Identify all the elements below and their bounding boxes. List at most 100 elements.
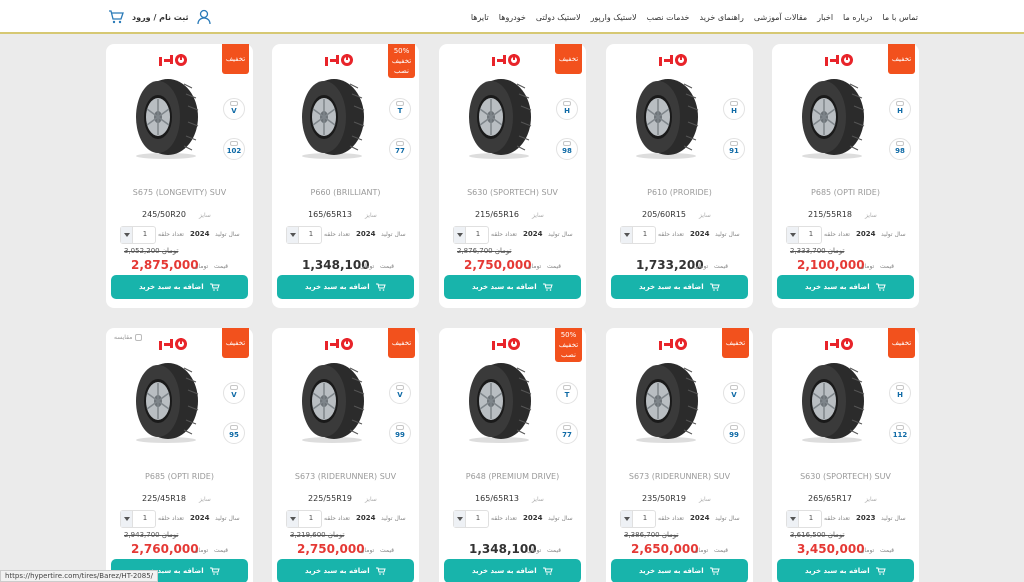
nav-item-news[interactable]: اخبار	[817, 13, 833, 22]
product-card[interactable]: مقایسه تخفیف V 95 P685 (OPTI RIDE) 225/4…	[106, 328, 253, 582]
add-to-cart-label: اضافه به سبد خرید	[638, 283, 704, 291]
nav-item-contact[interactable]: تماس با ما	[882, 13, 918, 22]
chevron-down-icon[interactable]	[287, 511, 299, 527]
add-to-cart-button[interactable]: اضافه به سبد خرید	[777, 559, 914, 582]
cart-plus-icon	[710, 283, 720, 291]
price-row: 1,733,200 تومان قیمت	[606, 258, 753, 274]
cart-icon[interactable]	[108, 9, 124, 25]
product-card[interactable]: تخفیف V 99 S673 (RIDERUNNER) SUV 225/55R…	[272, 328, 419, 582]
quantity-select[interactable]: 1	[120, 226, 156, 244]
quantity-value: 1	[642, 514, 648, 522]
user-icon[interactable]	[196, 9, 211, 25]
chevron-down-icon[interactable]	[121, 511, 133, 527]
product-title[interactable]: P660 (BRILLIANT)	[272, 188, 419, 197]
add-to-cart-button[interactable]: اضافه به سبد خرید	[777, 275, 914, 299]
add-to-cart-label: اضافه به سبد خرید	[138, 283, 204, 291]
price-label: قیمت	[880, 547, 895, 554]
nav-item-cars[interactable]: خودروها	[499, 13, 526, 22]
chevron-down-icon[interactable]	[621, 227, 633, 243]
size-label: سایز	[699, 496, 711, 503]
tire-image	[136, 363, 199, 443]
chevron-down-icon[interactable]	[121, 227, 133, 243]
product-title[interactable]: S673 (RIDERUNNER) SUV	[272, 472, 419, 481]
nav-item-install-service[interactable]: خدمات نصب	[647, 13, 690, 22]
add-to-cart-button[interactable]: اضافه به سبد خرید	[611, 275, 748, 299]
discount-install-badge: 50% تخفیف نصب	[555, 328, 582, 362]
nav-item-state-tire[interactable]: لاستیک دولتی	[536, 13, 581, 22]
year-value: 2024	[356, 514, 376, 522]
product-title[interactable]: P648 (PREMIUM DRIVE)	[439, 472, 586, 481]
speed-index-value: V	[397, 391, 403, 399]
add-to-cart-button[interactable]: اضافه به سبد خرید	[277, 275, 414, 299]
speed-index-value: H	[897, 391, 903, 399]
product-card[interactable]: 50% تخفیف نصب T 77 P648 (PREMIUM DRIVE) …	[439, 328, 586, 582]
chevron-down-icon[interactable]	[787, 511, 799, 527]
cart-plus-icon	[210, 567, 220, 575]
product-card[interactable]: تخفیف V 102 S675 (LONGEVITY) SUV 245/50R…	[106, 44, 253, 308]
quantity-select[interactable]: 1	[120, 510, 156, 528]
size-value: 225/55R19	[308, 494, 352, 503]
site-header: تایرها خودروها لاستیک دولتی لاستیک وارپو…	[0, 0, 1024, 34]
product-title[interactable]: S630 (SPORTECH) SUV	[772, 472, 919, 481]
quantity-select[interactable]: 1	[453, 226, 489, 244]
auth-link[interactable]: ثبت نام / ورود	[132, 13, 189, 22]
compare-toggle[interactable]: مقایسه	[114, 334, 143, 341]
speed-index-value: T	[397, 107, 403, 115]
size-label: سایز	[365, 496, 377, 503]
quantity-select[interactable]: 1	[453, 510, 489, 528]
price-label: قیمت	[714, 547, 729, 554]
product-title[interactable]: P610 (PRORIDE)	[606, 188, 753, 197]
year-label: سال تولید	[715, 231, 740, 238]
size-row: 265/65R17 سایز	[772, 494, 919, 506]
chevron-down-icon[interactable]	[621, 511, 633, 527]
quantity-select[interactable]: 1	[786, 226, 822, 244]
quantity-select[interactable]: 1	[786, 510, 822, 528]
quantity-select[interactable]: 1	[286, 510, 322, 528]
price-label: قیمت	[380, 547, 395, 554]
chevron-down-icon[interactable]	[787, 227, 799, 243]
currency-label: تومان	[527, 547, 542, 554]
tire-image	[469, 363, 532, 443]
tire-image	[302, 79, 365, 159]
options-row: 1 تعداد حلقه 2024 سال تولید	[453, 510, 577, 528]
compare-checkbox[interactable]	[135, 334, 143, 341]
product-title[interactable]: S673 (RIDERUNNER) SUV	[606, 472, 753, 481]
add-to-cart-button[interactable]: اضافه به سبد خرید	[111, 275, 248, 299]
product-card[interactable]: تخفیف V 99 S673 (RIDERUNNER) SUV 235/50R…	[606, 328, 753, 582]
product-card[interactable]: 50% تخفیف نصب T 77 P660 (BRILLIANT) 165/…	[272, 44, 419, 308]
chevron-down-icon[interactable]	[454, 227, 466, 243]
quantity-select[interactable]: 1	[286, 226, 322, 244]
price-label: قیمت	[547, 263, 562, 270]
product-title[interactable]: S675 (LONGEVITY) SUV	[106, 188, 253, 197]
quantity-select[interactable]: 1	[620, 226, 656, 244]
product-title[interactable]: P685 (OPTI RIDE)	[772, 188, 919, 197]
nav-item-tires[interactable]: تایرها	[471, 13, 489, 22]
product-title[interactable]: S630 (SPORTECH) SUV	[439, 188, 586, 197]
quantity-select[interactable]: 1	[620, 510, 656, 528]
size-row: 165/65R13 سایز	[439, 494, 586, 506]
product-title[interactable]: P685 (OPTI RIDE)	[106, 472, 253, 481]
product-card[interactable]: H 91 P610 (PRORIDE) 205/60R15 سایز 1 تعد…	[606, 44, 753, 308]
compare-label: مقایسه	[114, 334, 133, 341]
year-label: سال تولید	[381, 231, 406, 238]
quantity-label: تعداد حلقه	[158, 231, 184, 238]
price-label: قیمت	[880, 263, 895, 270]
product-card[interactable]: تخفیف H 98 P685 (OPTI RIDE) 215/55R18 سا…	[772, 44, 919, 308]
add-to-cart-button[interactable]: اضافه به سبد خرید	[444, 559, 581, 582]
size-label: سایز	[199, 496, 211, 503]
add-to-cart-button[interactable]: اضافه به سبد خرید	[611, 559, 748, 582]
chevron-down-icon[interactable]	[287, 227, 299, 243]
price-row: 2,875,000 تومان قیمت	[106, 258, 253, 274]
nav-item-buy-guide[interactable]: راهنمای خرید	[700, 13, 744, 22]
product-card[interactable]: تخفیف H 98 S630 (SPORTECH) SUV 215/65R16…	[439, 44, 586, 308]
options-row: 1 تعداد حلقه 2023 سال تولید	[786, 510, 910, 528]
nav-item-about[interactable]: درباره ما	[843, 13, 872, 22]
quantity-label: تعداد حلقه	[324, 231, 350, 238]
chevron-down-icon[interactable]	[454, 511, 466, 527]
add-to-cart-button[interactable]: اضافه به سبد خرید	[444, 275, 581, 299]
add-to-cart-button[interactable]: اضافه به سبد خرید	[277, 559, 414, 582]
product-card[interactable]: تخفیف H 112 S630 (SPORTECH) SUV 265/65R1…	[772, 328, 919, 582]
nav-item-articles[interactable]: مقالات آموزشی	[754, 13, 807, 22]
nav-item-import-tire[interactable]: لاستیک وارپور	[591, 13, 637, 22]
size-label: سایز	[865, 212, 877, 219]
